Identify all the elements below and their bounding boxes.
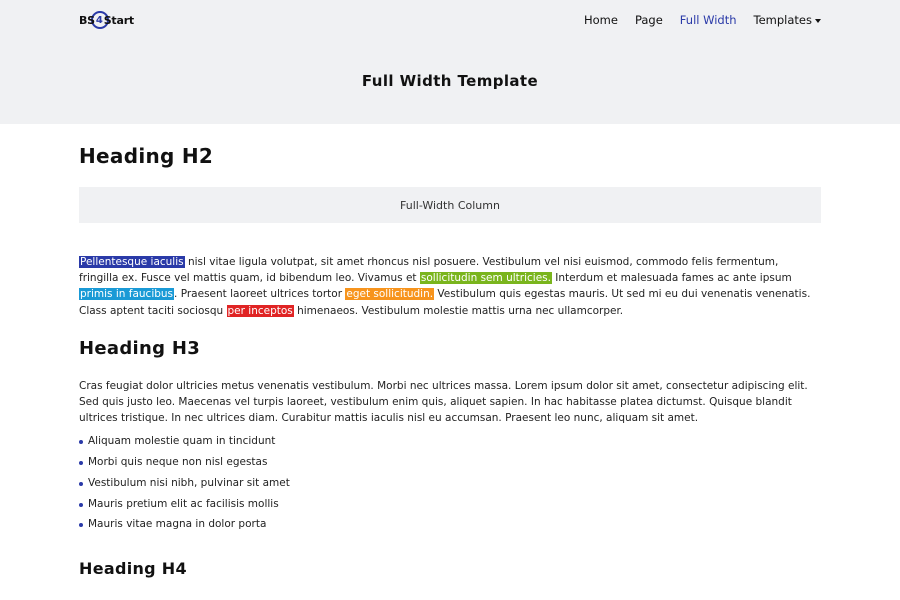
nav-page[interactable]: Page xyxy=(635,13,663,27)
paragraph-highlights: Pellentesque iaculis nisl vitae ligula v… xyxy=(79,254,821,319)
list-item: Vestibulum nisi nibh, pulvinar sit amet xyxy=(79,473,821,494)
highlight-green: sollicitudin sem ultricies. xyxy=(419,272,552,285)
heading-h3: Heading H3 xyxy=(79,337,201,359)
nav-home[interactable]: Home xyxy=(584,13,618,27)
navbar: BS 4 Start Home Page Full Width Template… xyxy=(79,0,821,40)
page-title: Full Width Template xyxy=(361,72,539,90)
paragraph-text: himenaeos. Vestibulum molestie mattis ur… xyxy=(293,304,624,317)
heading-h4: Heading H4 xyxy=(79,558,187,578)
nav-templates-label: Templates xyxy=(753,13,812,27)
paragraph-body: Cras feugiat dolor ultricies metus venen… xyxy=(79,379,808,425)
column-label: Full-Width Column xyxy=(400,198,500,212)
heading-h2: Heading H2 xyxy=(79,144,214,168)
highlight-cyan: primis in faucibus xyxy=(79,288,175,301)
list-item: Mauris pretium elit ac facilisis mollis xyxy=(79,494,821,515)
full-width-column: Full-Width Column xyxy=(79,187,821,223)
list-item: Mauris vitae magna in dolor porta xyxy=(79,514,821,535)
highlight-blue: Pellentesque iaculis xyxy=(79,256,185,268)
list-item: Morbi quis neque non nisl egestas xyxy=(79,452,821,473)
highlight-orange: eget sollicitudin. xyxy=(345,288,435,301)
bullet-list: Aliquam molestie quam in tincidunt Morbi… xyxy=(79,431,821,535)
nav-templates-dropdown[interactable]: Templates xyxy=(754,13,821,27)
paragraph-text: . Praesent laoreet ultrices tortor xyxy=(174,288,346,301)
nav-full-width[interactable]: Full Width xyxy=(680,13,737,27)
main-content: Heading H2 Full-Width Column Pellentesqu… xyxy=(0,144,900,578)
brand-text-bs: BS xyxy=(79,13,95,27)
caret-down-icon xyxy=(815,18,821,23)
highlight-red: per inceptos xyxy=(226,304,294,317)
list-item: Aliquam molestie quam in tincidunt xyxy=(79,431,821,452)
page-header: BS 4 Start Home Page Full Width Template… xyxy=(0,0,900,124)
paragraph-text: Interdum et malesuada fames ac ante ipsu… xyxy=(551,272,792,285)
brand-text-start: Start xyxy=(103,13,134,27)
brand-logo[interactable]: BS 4 Start xyxy=(79,10,134,30)
brand-text-4: 4 xyxy=(95,14,103,26)
main-nav: Home Page Full Width Templates xyxy=(567,13,821,27)
